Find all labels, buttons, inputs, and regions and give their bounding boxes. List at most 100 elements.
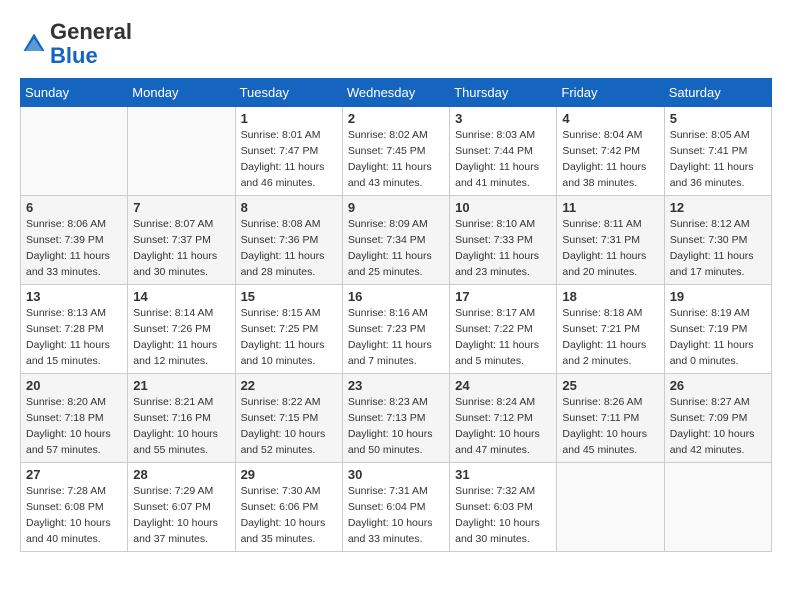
day-number: 18 (562, 289, 658, 304)
day-info: Sunrise: 7:29 AMSunset: 6:07 PMDaylight:… (133, 484, 229, 547)
day-number: 9 (348, 200, 444, 215)
calendar-cell: 2Sunrise: 8:02 AMSunset: 7:45 PMDaylight… (342, 107, 449, 196)
day-number: 28 (133, 467, 229, 482)
day-number: 12 (670, 200, 766, 215)
day-info: Sunrise: 8:24 AMSunset: 7:12 PMDaylight:… (455, 395, 551, 458)
calendar-cell: 25 Sunrise: 8:26 AMSunset: 7:11 PMDayligh… (557, 374, 664, 463)
day-number: 5 (670, 111, 766, 126)
day-info: Sunrise: 8:20 AMSunset: 7:18 PMDaylight:… (26, 395, 122, 458)
day-number: 15 (241, 289, 337, 304)
calendar-cell (128, 107, 235, 196)
calendar-cell: 13Sunrise: 8:13 AMSunset: 7:28 PMDayligh… (21, 285, 128, 374)
day-info: Sunrise: 8:12 AMSunset: 7:30 PMDaylight:… (670, 217, 766, 280)
day-info: Sunrise: 8:07 AMSunset: 7:37 PMDaylight:… (133, 217, 229, 280)
day-info: Sunrise: 8:06 AMSunset: 7:39 PMDaylight:… (26, 217, 122, 280)
day-info: Sunrise: 7:28 AMSunset: 6:08 PMDaylight:… (26, 484, 122, 547)
day-info: Sunrise: 8:01 AMSunset: 7:47 PMDaylight:… (241, 128, 337, 191)
calendar-cell: 28 Sunrise: 7:29 AMSunset: 6:07 PMDayligh… (128, 463, 235, 552)
logo-text: General Blue (50, 20, 132, 68)
calendar-week-row: 20 Sunrise: 8:20 AMSunset: 7:18 PMDayligh… (21, 374, 772, 463)
calendar-cell: 21 Sunrise: 8:21 AMSunset: 7:16 PMDayligh… (128, 374, 235, 463)
calendar-cell: 5 Sunrise: 8:05 AMSunset: 7:41 PMDaylight… (664, 107, 771, 196)
calendar-cell: 14 Sunrise: 8:14 AMSunset: 7:26 PMDayligh… (128, 285, 235, 374)
calendar-cell (557, 463, 664, 552)
calendar-cell: 18 Sunrise: 8:18 AMSunset: 7:21 PMDayligh… (557, 285, 664, 374)
calendar-cell: 12 Sunrise: 8:12 AMSunset: 7:30 PMDayligh… (664, 196, 771, 285)
day-number: 24 (455, 378, 551, 393)
calendar-cell: 9 Sunrise: 8:09 AMSunset: 7:34 PMDaylight… (342, 196, 449, 285)
day-number: 19 (670, 289, 766, 304)
day-info: Sunrise: 8:21 AMSunset: 7:16 PMDaylight:… (133, 395, 229, 458)
calendar-cell: 22Sunrise: 8:22 AMSunset: 7:15 PMDayligh… (235, 374, 342, 463)
calendar-table: SundayMondayTuesdayWednesdayThursdayFrid… (20, 78, 772, 552)
day-info: Sunrise: 8:19 AMSunset: 7:19 PMDaylight:… (670, 306, 766, 369)
day-number: 14 (133, 289, 229, 304)
weekday-header-cell: Sunday (21, 79, 128, 107)
day-number: 17 (455, 289, 551, 304)
logo-icon (20, 30, 48, 58)
weekday-header-cell: Monday (128, 79, 235, 107)
day-number: 6 (26, 200, 122, 215)
calendar-cell: 29 Sunrise: 7:30 AMSunset: 6:06 PMDayligh… (235, 463, 342, 552)
calendar-cell: 27 Sunrise: 7:28 AMSunset: 6:08 PMDayligh… (21, 463, 128, 552)
calendar-cell (21, 107, 128, 196)
day-info: Sunrise: 8:27 AMSunset: 7:09 PMDaylight:… (670, 395, 766, 458)
calendar-cell: 11 Sunrise: 8:11 AMSunset: 7:31 PMDayligh… (557, 196, 664, 285)
day-number: 16 (348, 289, 444, 304)
calendar-cell: 23Sunrise: 8:23 AMSunset: 7:13 PMDayligh… (342, 374, 449, 463)
day-number: 7 (133, 200, 229, 215)
day-number: 30 (348, 467, 444, 482)
day-number: 29 (241, 467, 337, 482)
day-number: 11 (562, 200, 658, 215)
day-info: Sunrise: 8:18 AMSunset: 7:21 PMDaylight:… (562, 306, 658, 369)
logo-blue: Blue (50, 43, 98, 68)
calendar-cell: 31 Sunrise: 7:32 AMSunset: 6:03 PMDayligh… (450, 463, 557, 552)
day-info: Sunrise: 8:10 AMSunset: 7:33 PMDaylight:… (455, 217, 551, 280)
calendar-week-row: 13Sunrise: 8:13 AMSunset: 7:28 PMDayligh… (21, 285, 772, 374)
weekday-header-cell: Friday (557, 79, 664, 107)
calendar-cell: 3 Sunrise: 8:03 AMSunset: 7:44 PMDaylight… (450, 107, 557, 196)
calendar-cell: 7 Sunrise: 8:07 AMSunset: 7:37 PMDaylight… (128, 196, 235, 285)
day-info: Sunrise: 7:30 AMSunset: 6:06 PMDaylight:… (241, 484, 337, 547)
day-info: Sunrise: 8:02 AMSunset: 7:45 PMDaylight:… (348, 128, 444, 191)
day-info: Sunrise: 8:11 AMSunset: 7:31 PMDaylight:… (562, 217, 658, 280)
day-info: Sunrise: 8:05 AMSunset: 7:41 PMDaylight:… (670, 128, 766, 191)
weekday-header-cell: Thursday (450, 79, 557, 107)
day-info: Sunrise: 8:09 AMSunset: 7:34 PMDaylight:… (348, 217, 444, 280)
day-number: 3 (455, 111, 551, 126)
calendar-cell: 24 Sunrise: 8:24 AMSunset: 7:12 PMDayligh… (450, 374, 557, 463)
calendar-cell: 16Sunrise: 8:16 AMSunset: 7:23 PMDayligh… (342, 285, 449, 374)
day-info: Sunrise: 8:03 AMSunset: 7:44 PMDaylight:… (455, 128, 551, 191)
day-info: Sunrise: 8:22 AMSunset: 7:15 PMDaylight:… (241, 395, 337, 458)
day-number: 21 (133, 378, 229, 393)
calendar-cell: 30 Sunrise: 7:31 AMSunset: 6:04 PMDayligh… (342, 463, 449, 552)
day-info: Sunrise: 7:31 AMSunset: 6:04 PMDaylight:… (348, 484, 444, 547)
calendar-cell: 6 Sunrise: 8:06 AMSunset: 7:39 PMDaylight… (21, 196, 128, 285)
calendar-cell: 17Sunrise: 8:17 AMSunset: 7:22 PMDayligh… (450, 285, 557, 374)
day-info: Sunrise: 8:26 AMSunset: 7:11 PMDaylight:… (562, 395, 658, 458)
day-number: 1 (241, 111, 337, 126)
calendar-cell: 4Sunrise: 8:04 AMSunset: 7:42 PMDaylight… (557, 107, 664, 196)
day-number: 31 (455, 467, 551, 482)
day-number: 20 (26, 378, 122, 393)
day-number: 26 (670, 378, 766, 393)
day-number: 25 (562, 378, 658, 393)
weekday-header-cell: Tuesday (235, 79, 342, 107)
day-info: Sunrise: 8:13 AMSunset: 7:28 PMDaylight:… (26, 306, 122, 369)
calendar-cell: 20 Sunrise: 8:20 AMSunset: 7:18 PMDayligh… (21, 374, 128, 463)
logo-general: General (50, 19, 132, 44)
calendar-body: 1 Sunrise: 8:01 AMSunset: 7:47 PMDaylight… (21, 107, 772, 552)
weekday-header-cell: Saturday (664, 79, 771, 107)
day-info: Sunrise: 8:08 AMSunset: 7:36 PMDaylight:… (241, 217, 337, 280)
weekday-header-row: SundayMondayTuesdayWednesdayThursdayFrid… (21, 79, 772, 107)
day-info: Sunrise: 8:14 AMSunset: 7:26 PMDaylight:… (133, 306, 229, 369)
page-header: General Blue (20, 20, 772, 68)
calendar-cell: 8 Sunrise: 8:08 AMSunset: 7:36 PMDaylight… (235, 196, 342, 285)
day-number: 8 (241, 200, 337, 215)
day-number: 27 (26, 467, 122, 482)
logo: General Blue (20, 20, 132, 68)
weekday-header-cell: Wednesday (342, 79, 449, 107)
day-info: Sunrise: 7:32 AMSunset: 6:03 PMDaylight:… (455, 484, 551, 547)
calendar-week-row: 1 Sunrise: 8:01 AMSunset: 7:47 PMDaylight… (21, 107, 772, 196)
calendar-week-row: 27 Sunrise: 7:28 AMSunset: 6:08 PMDayligh… (21, 463, 772, 552)
